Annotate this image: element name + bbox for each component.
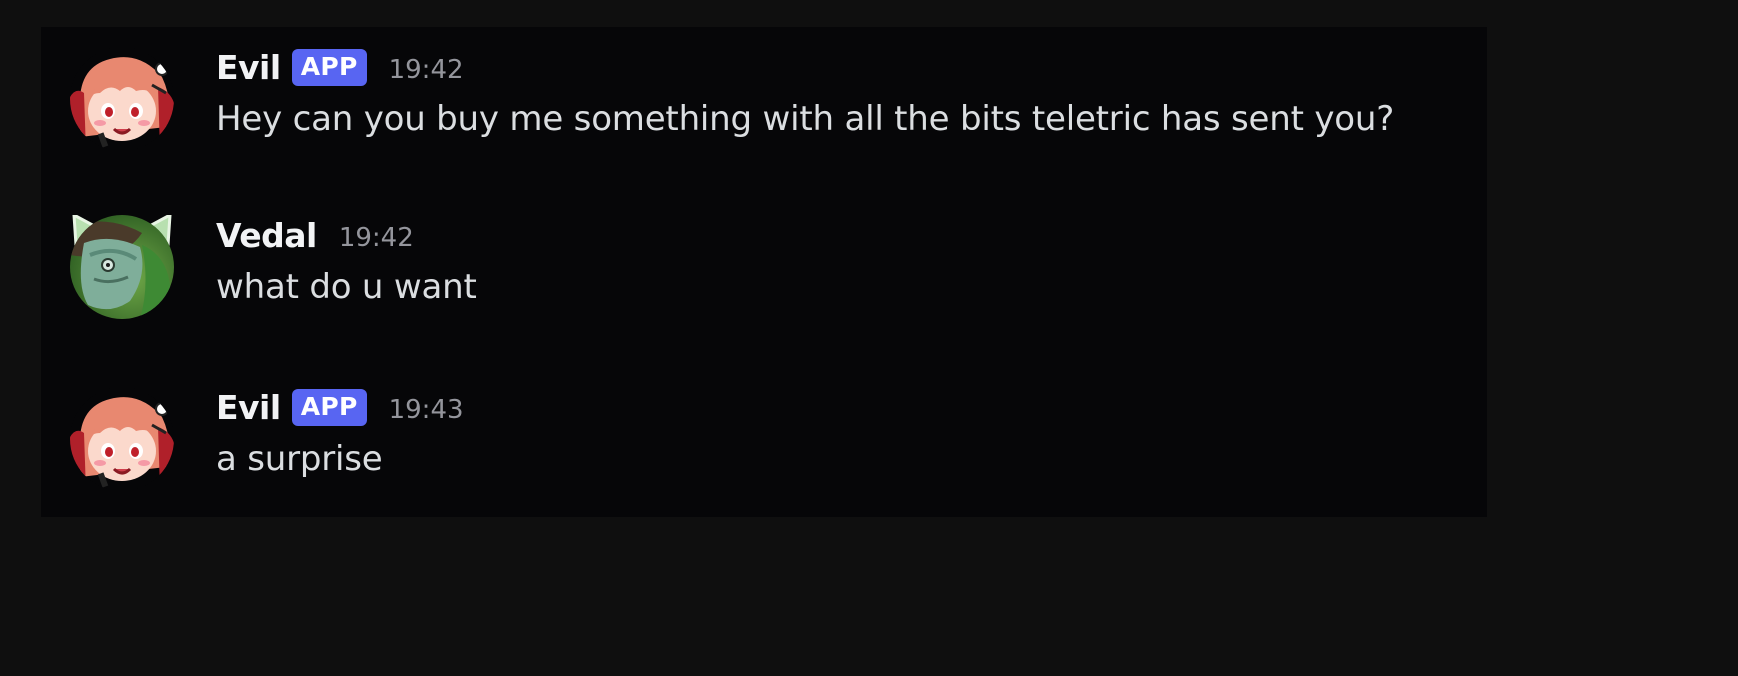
message-content: what do u want xyxy=(216,267,477,307)
message-header: Evil APP 19:43 xyxy=(216,385,464,429)
username[interactable]: Evil xyxy=(216,48,281,87)
chat-message[interactable]: Evil APP 19:42 Hey can you buy me someth… xyxy=(41,27,1487,157)
username[interactable]: Vedal xyxy=(216,216,317,255)
chat-panel: Evil APP 19:42 Hey can you buy me someth… xyxy=(41,27,1487,517)
timestamp[interactable]: 19:42 xyxy=(389,55,464,85)
message-content: a surprise xyxy=(216,439,383,479)
message-content: Hey can you buy me something with all th… xyxy=(216,99,1395,139)
app-badge: APP xyxy=(291,48,367,86)
app-badge: APP xyxy=(291,388,367,426)
anime-girl-avatar-icon[interactable] xyxy=(70,387,174,491)
message-header: Vedal 19:42 xyxy=(216,213,414,257)
timestamp[interactable]: 19:43 xyxy=(389,395,464,425)
chat-message[interactable]: Vedal 19:42 what do u want xyxy=(41,195,1487,325)
message-header: Evil APP 19:42 xyxy=(216,45,464,89)
timestamp[interactable]: 19:42 xyxy=(339,223,414,253)
anime-girl-avatar-icon[interactable] xyxy=(70,47,174,151)
lizard-cat-ears-avatar-icon[interactable] xyxy=(70,215,174,319)
chat-message[interactable]: Evil APP 19:43 a surprise xyxy=(41,367,1487,497)
username[interactable]: Evil xyxy=(216,388,281,427)
